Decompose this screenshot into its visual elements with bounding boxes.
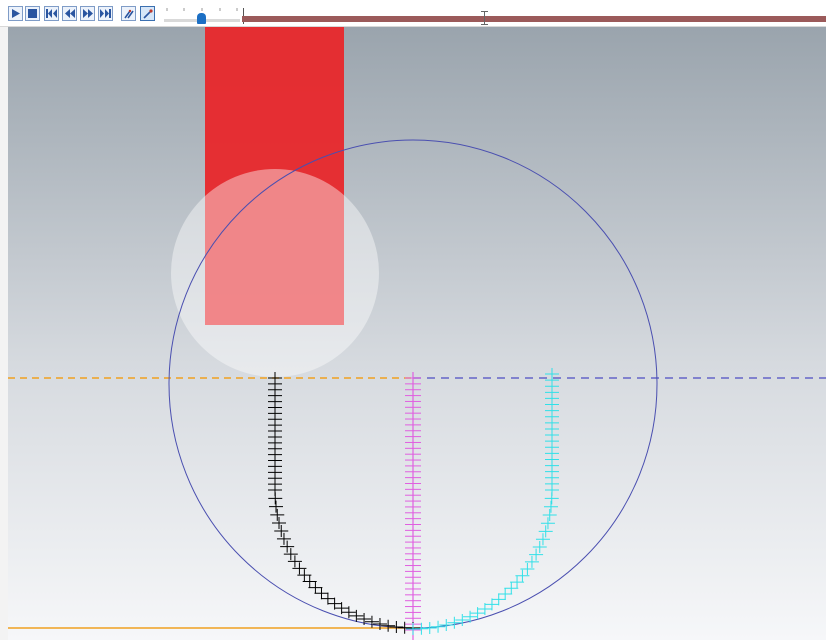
- step-back-button[interactable]: [62, 6, 77, 21]
- joint-highlight: [171, 169, 379, 377]
- rewind-icon: [64, 9, 75, 18]
- speed-slider[interactable]: [164, 8, 240, 24]
- step-forward-button[interactable]: [80, 6, 95, 21]
- playback-toolbar: [0, 0, 826, 27]
- viewport-left-border: [0, 27, 8, 640]
- timeline-scrubber[interactable]: [242, 8, 826, 26]
- skip-to-end-icon: [100, 9, 111, 18]
- stop-button[interactable]: [25, 6, 40, 21]
- skip-to-start-icon: [46, 9, 57, 18]
- simulation-viewport[interactable]: [8, 27, 826, 640]
- speed-slider-thumb[interactable]: [197, 13, 206, 24]
- fast-forward-icon: [82, 9, 93, 18]
- go-to-end-button[interactable]: [98, 6, 113, 21]
- trace-paths-icon: [123, 9, 134, 18]
- pin-tool-icon: [142, 8, 153, 19]
- tool-toggle-button[interactable]: [140, 6, 155, 21]
- speed-slider-ticks: [166, 8, 238, 11]
- timeline-bar[interactable]: [242, 16, 826, 22]
- stop-icon: [28, 9, 37, 18]
- go-to-start-button[interactable]: [44, 6, 59, 21]
- trace-toggle-button[interactable]: [121, 6, 136, 21]
- play-icon: [12, 9, 20, 18]
- play-button[interactable]: [8, 6, 23, 21]
- timeline-cursor[interactable]: [481, 11, 488, 25]
